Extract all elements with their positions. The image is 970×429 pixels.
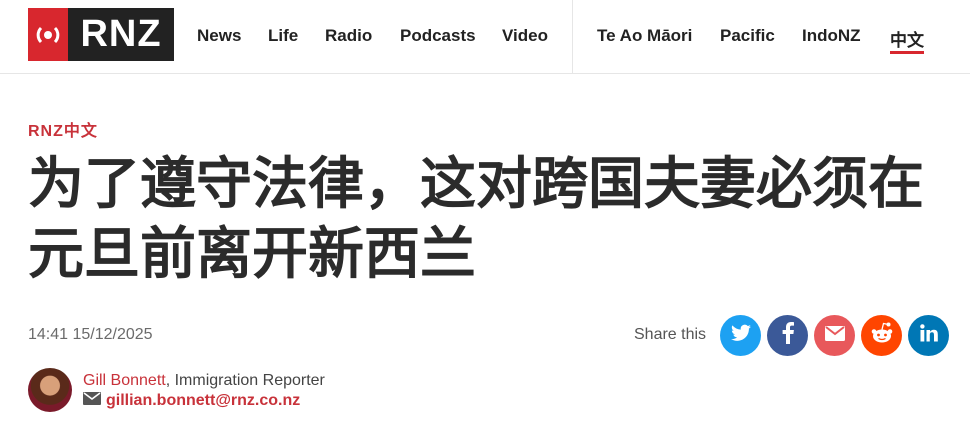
nav-te-ao-maori[interactable]: Te Ao Māori	[597, 26, 692, 46]
logo-wordmark: RNZ	[68, 8, 174, 61]
article-headline: 为了遵守法律，这对跨国夫妻必须在元旦前离开新西兰	[28, 152, 924, 287]
nav-life[interactable]: Life	[268, 26, 298, 46]
site-header: RNZ News Life Radio Podcasts Video Te Ao…	[0, 0, 970, 74]
share-email-button[interactable]	[814, 315, 855, 356]
share-label: Share this	[634, 326, 707, 343]
radio-waves-icon	[28, 8, 68, 61]
nav-news[interactable]: News	[197, 26, 241, 46]
nav-pacific[interactable]: Pacific	[720, 26, 775, 46]
share-facebook-button[interactable]	[767, 315, 808, 356]
rnz-logo[interactable]: RNZ	[28, 8, 174, 61]
envelope-icon	[83, 392, 101, 410]
article-timestamp: 14:41 15/12/2025	[28, 326, 153, 343]
facebook-icon	[782, 322, 794, 349]
nav-podcasts[interactable]: Podcasts	[400, 26, 476, 46]
author-role: , Immigration Reporter	[165, 372, 325, 389]
nav-chinese[interactable]: 中文	[890, 26, 924, 51]
section-kicker[interactable]: RNZ中文	[28, 117, 98, 141]
nav-divider	[572, 0, 573, 73]
reddit-icon	[870, 322, 894, 349]
author-name-link[interactable]: Gill Bonnett	[83, 372, 166, 389]
twitter-icon	[730, 324, 751, 347]
linkedin-icon	[919, 324, 938, 347]
share-linkedin-button[interactable]	[908, 315, 949, 356]
author-email-row: gillian.bonnett@rnz.co.nz	[83, 392, 300, 410]
author-email-link[interactable]: gillian.bonnett@rnz.co.nz	[106, 392, 300, 410]
nav-indonz[interactable]: IndoNZ	[802, 26, 861, 46]
nav-video[interactable]: Video	[502, 26, 548, 46]
email-icon	[824, 325, 845, 346]
share-reddit-button[interactable]	[861, 315, 902, 356]
nav-radio[interactable]: Radio	[325, 26, 372, 46]
share-twitter-button[interactable]	[720, 315, 761, 356]
author-avatar[interactable]	[28, 368, 72, 412]
author-byline: Gill Bonnett, Immigration Reporter	[83, 372, 325, 390]
